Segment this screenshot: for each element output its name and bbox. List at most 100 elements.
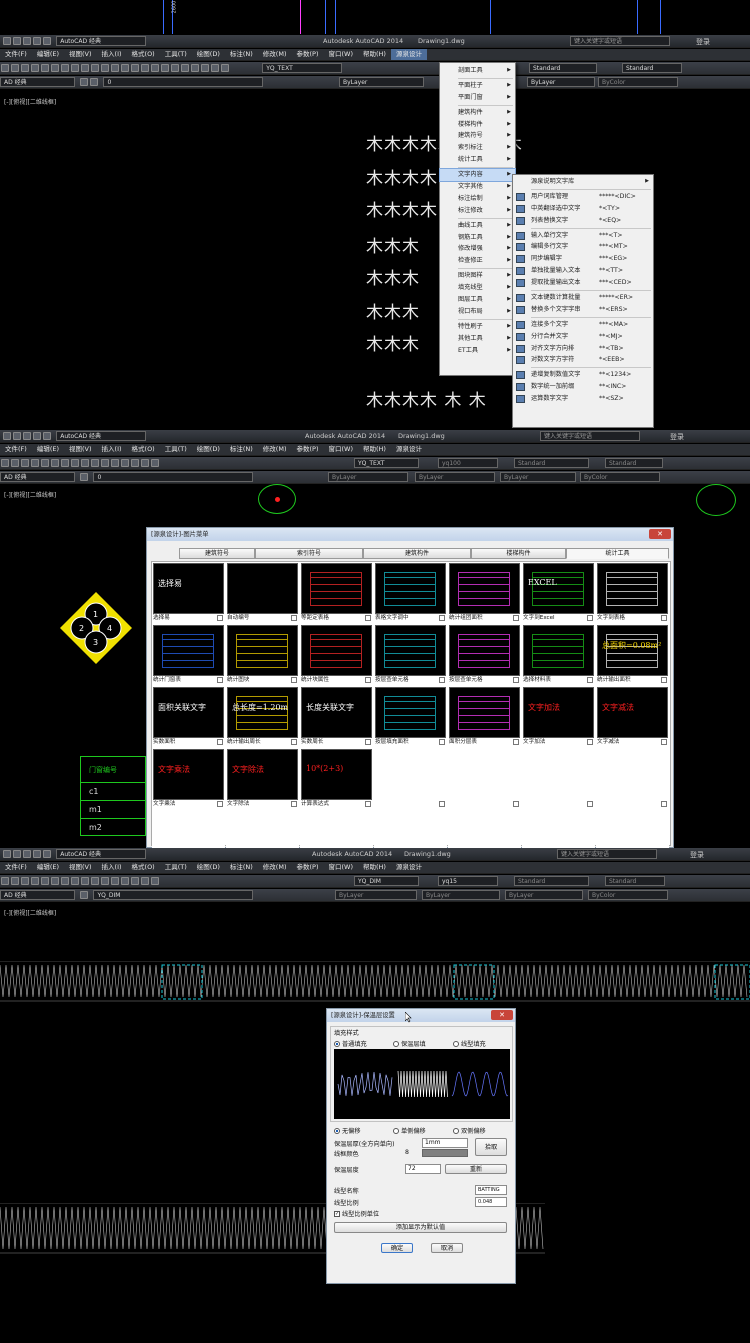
copy-icon[interactable] bbox=[61, 877, 69, 885]
design-center-icon[interactable] bbox=[171, 64, 179, 72]
submenu-item[interactable]: 中英翻译选中文字 *<TY> bbox=[513, 203, 653, 215]
copy-icon[interactable] bbox=[61, 459, 69, 467]
submenu-item[interactable]: 连接多个文字 ***<MA> bbox=[513, 319, 653, 331]
menu-tools[interactable]: 工具(T) bbox=[160, 444, 192, 455]
image-cell[interactable]: 表格文字调中 bbox=[374, 562, 447, 623]
menu-item[interactable]: ET工具 ▶ bbox=[440, 345, 515, 357]
linetype-name-input[interactable]: BATTING bbox=[475, 1185, 507, 1195]
image-cell[interactable] bbox=[522, 748, 595, 809]
viewport-label[interactable]: [-][俯视][二维线框] bbox=[4, 490, 56, 499]
save-icon[interactable] bbox=[33, 37, 41, 45]
menu-item[interactable]: 文字其他 ▶ bbox=[440, 181, 515, 193]
print-icon[interactable] bbox=[31, 459, 39, 467]
image-cell[interactable]: 统计块属性 bbox=[300, 624, 373, 685]
print-icon[interactable] bbox=[43, 37, 51, 45]
image-cell[interactable] bbox=[374, 748, 447, 809]
thickness-input[interactable]: 1mm bbox=[422, 1138, 468, 1148]
tool-palette-icon[interactable] bbox=[181, 64, 189, 72]
cell-checkbox[interactable] bbox=[217, 739, 223, 745]
submenu-item[interactable]: 对齐文字方向排 **<TB> bbox=[513, 343, 653, 355]
image-cell[interactable]: 面积分层表 bbox=[448, 686, 521, 747]
menu-insert[interactable]: 插入(I) bbox=[97, 862, 127, 873]
print-icon[interactable] bbox=[31, 64, 39, 72]
mode-radio-double[interactable]: 双侧偏移 bbox=[453, 1126, 486, 1135]
viewport-label[interactable]: [-][俯视][二维线框] bbox=[4, 908, 56, 917]
menu-item[interactable]: 楼梯构件 ▶ bbox=[440, 119, 515, 131]
new-icon[interactable] bbox=[1, 459, 9, 467]
redo-icon[interactable] bbox=[91, 459, 99, 467]
app-icon[interactable] bbox=[3, 850, 11, 858]
new-icon[interactable] bbox=[13, 432, 21, 440]
image-cell[interactable] bbox=[374, 810, 447, 848]
close-icon[interactable]: ✕ bbox=[649, 529, 671, 539]
cell-checkbox[interactable] bbox=[513, 677, 519, 683]
zoom-window-icon[interactable] bbox=[141, 64, 149, 72]
dim-style-select[interactable]: Standard bbox=[529, 63, 597, 73]
image-cell[interactable]: 自动编号 bbox=[226, 562, 299, 623]
cell-checkbox[interactable] bbox=[291, 615, 297, 621]
menu-dim[interactable]: 标注(N) bbox=[225, 444, 258, 455]
ok-button[interactable]: 确定 bbox=[381, 1243, 413, 1253]
submenu-item[interactable]: 提取批量输出文本 ***<CED> bbox=[513, 277, 653, 289]
menu-dim[interactable]: 标注(N) bbox=[225, 49, 258, 60]
properties-icon[interactable] bbox=[161, 64, 169, 72]
submenu-item[interactable]: 运算数字文字 **<SZ> bbox=[513, 393, 653, 405]
submenu-item[interactable]: 递增复制数值文字 **<1234> bbox=[513, 369, 653, 381]
menu-yuanquan[interactable]: 源泉设计 bbox=[391, 444, 427, 455]
image-cell[interactable]: 文字加法 文字加法 bbox=[522, 686, 595, 747]
image-cell[interactable] bbox=[300, 810, 373, 848]
dim-style-select[interactable]: YQ_DIM bbox=[354, 876, 419, 886]
table-style-select[interactable]: Standard bbox=[622, 63, 682, 73]
image-cell[interactable] bbox=[448, 810, 521, 848]
submenu-item[interactable]: 文本键数计算批量 *****<ER> bbox=[513, 292, 653, 304]
image-cell[interactable]: 文字乘法 文字乘法 bbox=[152, 748, 225, 809]
pan-icon[interactable] bbox=[101, 459, 109, 467]
color-select[interactable]: ByLayer bbox=[339, 77, 424, 87]
menu-item[interactable]: 其他工具 ▶ bbox=[440, 333, 515, 345]
redo-icon[interactable] bbox=[111, 64, 119, 72]
image-cell[interactable]: 按层查单元格 bbox=[374, 624, 447, 685]
print-icon[interactable] bbox=[31, 877, 39, 885]
menu-view[interactable]: 视图(V) bbox=[64, 862, 97, 873]
image-cell[interactable]: EXCEL 文字到Excel bbox=[522, 562, 595, 623]
menu-edit[interactable]: 编辑(E) bbox=[32, 862, 64, 873]
set-default-button[interactable]: 添加显示为默认值 bbox=[334, 1222, 507, 1233]
menu-item[interactable]: 建筑符号 ▶ bbox=[440, 130, 515, 142]
menu-file[interactable]: 文件(F) bbox=[0, 444, 32, 455]
menu-item[interactable]: 图块图样 ▶ bbox=[440, 270, 515, 282]
menu-draw[interactable]: 绘图(D) bbox=[192, 862, 225, 873]
redo-icon[interactable] bbox=[91, 877, 99, 885]
layer-icon[interactable] bbox=[90, 78, 99, 86]
text-style-select[interactable]: YQ_TEXT bbox=[354, 458, 419, 468]
menu-param[interactable]: 参数(P) bbox=[291, 49, 323, 60]
cancel-button[interactable]: 取消 bbox=[431, 1243, 463, 1253]
menu-help[interactable]: 帮助(H) bbox=[358, 444, 391, 455]
menu-help[interactable]: 帮助(H) bbox=[358, 49, 391, 60]
submenu-item[interactable]: 数字统一加前缀 **<INC> bbox=[513, 381, 653, 393]
spacing-input[interactable]: 72 bbox=[405, 1164, 441, 1174]
cell-checkbox[interactable] bbox=[587, 677, 593, 683]
image-cell[interactable]: 选择易 选择易 bbox=[152, 562, 225, 623]
submenu-item[interactable]: 分行合并文字 **<MJ> bbox=[513, 331, 653, 343]
save-icon[interactable] bbox=[21, 64, 29, 72]
menu-draw[interactable]: 绘图(D) bbox=[192, 49, 225, 60]
zoom-icon[interactable] bbox=[111, 459, 119, 467]
cut-icon[interactable] bbox=[51, 459, 59, 467]
image-cell[interactable]: 统计图块 bbox=[226, 624, 299, 685]
properties-icon[interactable] bbox=[131, 877, 139, 885]
linetype-select[interactable]: ByLayer bbox=[415, 472, 495, 482]
image-cell[interactable]: 面积关联文字 实数面积 bbox=[152, 686, 225, 747]
save-icon[interactable] bbox=[33, 432, 41, 440]
cell-checkbox[interactable] bbox=[587, 739, 593, 745]
menu-view[interactable]: 视图(V) bbox=[64, 444, 97, 455]
pan-icon[interactable] bbox=[101, 877, 109, 885]
new-icon[interactable] bbox=[1, 64, 9, 72]
submenu-item[interactable]: 输入单行文字 ***<T> bbox=[513, 230, 653, 242]
plot-select[interactable]: ByColor bbox=[588, 890, 668, 900]
color-select[interactable]: ByLayer bbox=[335, 890, 417, 900]
menu-yuanquan[interactable]: 源泉设计 bbox=[391, 862, 427, 873]
submenu-item[interactable]: 同步编辑字 ***<EG> bbox=[513, 253, 653, 265]
login-link[interactable]: 登录 bbox=[670, 432, 684, 442]
submenu-item[interactable]: 单独批量输入文本 **<TT> bbox=[513, 265, 653, 277]
app-icon[interactable] bbox=[3, 37, 11, 45]
